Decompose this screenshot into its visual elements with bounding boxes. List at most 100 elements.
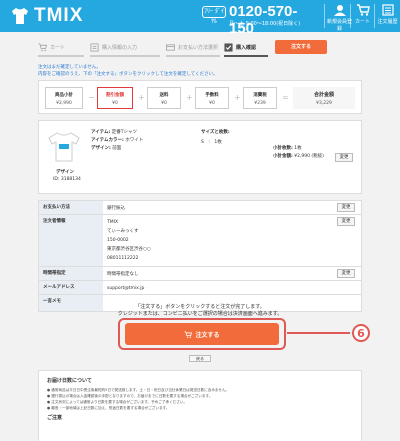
step-bar-active xyxy=(224,55,268,57)
sub-key: 小計枚数: xyxy=(273,146,293,151)
register-label: 新規会員登録 xyxy=(326,19,352,32)
attr-key: アイテム: xyxy=(91,130,111,135)
change-time-button[interactable]: 変更 xyxy=(337,269,355,278)
summary-tax: 消費税 ¥239 xyxy=(243,87,277,109)
delivery-notes: お届け日数について ● 通常商品は平日日中受注後最短約5日で発送致します。土・日… xyxy=(38,370,362,441)
info-value: TMIX てぃーみっくす 150-0002 東京都渋谷区渋谷○○ 0801111… xyxy=(107,218,151,263)
logo-text: TMIX xyxy=(34,5,84,26)
sub-value: ¥2,990 (税抜) xyxy=(294,154,324,159)
step-label: お支払い方法選択 xyxy=(178,44,219,51)
phone-contact: ﾌﾘｰ ﾀﾞｲﾔﾙ 0120-570-150 月〜土 9:00〜18:00(祝日… xyxy=(202,3,320,37)
summary-value: ¥0 xyxy=(209,101,215,106)
step-payment[interactable]: お支払い方法選択 xyxy=(166,40,218,54)
info-row-customer: 注文者情報 TMIX てぃーみっくす 150-0002 東京都渋谷区渋谷○○ 0… xyxy=(39,215,361,267)
info-value: 銀行振込 xyxy=(107,206,125,211)
step-label: カート xyxy=(50,44,66,51)
step-number-badge: 6 xyxy=(352,324,370,342)
unconfirmed-notice: 注文はまだ確定していません。 内容をご確認のうえ、下の「注文する」ボタンをクリッ… xyxy=(38,64,218,78)
summary-label: 送料 xyxy=(159,93,169,98)
summary-value: ¥239 xyxy=(254,101,266,106)
notice-line: 注文はまだ確定していません。 xyxy=(38,65,101,70)
card-icon xyxy=(166,43,175,51)
design-label: デザイン xyxy=(56,170,74,175)
item-attr: デザイン: 前面 xyxy=(91,145,121,151)
step-label: 購入確認 xyxy=(236,44,257,51)
attr-key: アイテムカラー: xyxy=(91,138,124,143)
step-cart[interactable]: カート xyxy=(38,40,65,54)
size-quantity: サイズと枚数: S : 1枚 xyxy=(201,129,230,145)
place-order-button[interactable]: 注文する xyxy=(125,323,279,345)
info-value: support@tmix.jp xyxy=(107,286,145,291)
tshirt-preview xyxy=(48,132,80,162)
step-label: 購入情報の入力 xyxy=(102,44,138,51)
attr-value: 前面 xyxy=(112,146,122,151)
change-customer-button[interactable]: 変更 xyxy=(337,217,355,226)
order-history-button[interactable]: 注文履歴 xyxy=(375,2,400,30)
header-divider xyxy=(324,4,325,28)
form-icon xyxy=(90,42,99,52)
list-icon xyxy=(381,4,394,16)
summary-value: ¥0 xyxy=(161,101,167,106)
step-bar xyxy=(166,55,220,57)
step-purchase-info[interactable]: 購入情報の入力 xyxy=(90,40,137,54)
cart-label: カート xyxy=(354,19,370,25)
notice-line: 内容をご確認のうえ、下の「注文する」ボタンをクリックして注文を確定してください。 xyxy=(38,72,218,77)
free-dial-badge: ﾌﾘｰ ﾀﾞｲﾔﾙ xyxy=(202,6,226,25)
cart-button[interactable]: カート xyxy=(352,2,373,30)
order-button-top[interactable]: 注文する xyxy=(275,40,327,54)
step-bar xyxy=(90,55,160,57)
summary-label: 手数料 xyxy=(205,93,219,98)
customer-line: 東京都渋谷区渋谷○○ xyxy=(107,247,151,252)
size-row: S : 1枚 xyxy=(201,140,222,145)
change-item-button[interactable]: 変更 xyxy=(335,153,353,162)
order-history-label: 注文履歴 xyxy=(377,19,398,25)
customer-line: TMIX xyxy=(107,220,119,225)
user-icon xyxy=(333,5,346,16)
back-button[interactable]: 戻る xyxy=(189,355,211,362)
subtotal-amount: 小計金額: ¥2,990 (税抜) xyxy=(273,153,324,159)
item-attr: アイテムカラー: ホワイト xyxy=(91,137,143,143)
order-button-label: 注文する xyxy=(290,44,311,50)
sub-key: 小計金額: xyxy=(273,154,293,159)
info-label: お支払い方法 xyxy=(39,201,103,214)
register-button[interactable]: 新規会員登録 xyxy=(326,2,353,32)
attr-value: 定番Tシャツ xyxy=(111,130,138,135)
sub-value: 1枚 xyxy=(294,146,302,151)
summary-shipping: 送料 ¥0 xyxy=(147,87,181,109)
design-id: ID: 3188134 xyxy=(53,177,81,182)
attr-key: デザイン: xyxy=(91,146,111,151)
item-attr: アイテム: 定番Tシャツ xyxy=(91,129,137,135)
tshirt-icon xyxy=(12,8,28,24)
pointer-line xyxy=(287,332,350,334)
header-divider xyxy=(350,4,351,28)
plus-operator: + xyxy=(138,93,145,102)
summary-subtotal: 商品小計 ¥2,990 xyxy=(45,87,83,109)
equals-operator: = xyxy=(282,93,289,102)
summary-fee: 手数料 ¥0 xyxy=(195,87,229,109)
logo[interactable]: TMIX xyxy=(10,4,83,28)
summary-label: 商品小計 xyxy=(55,93,73,98)
info-row-payment: お支払い方法 銀行振込 変更 xyxy=(39,201,361,215)
info-row-email: メールアドレス support@tmix.jp xyxy=(39,281,361,295)
minus-operator: − xyxy=(88,93,95,102)
confirm-line: クレジットまたは、コンビニ払いをご選択の場合は決済画面へ進みます。 xyxy=(117,311,283,317)
attr-value: ホワイト xyxy=(125,138,144,143)
summary-value: ¥2,990 xyxy=(56,101,72,106)
order-item: デザイン ID: 3188134 アイテム: 定番Tシャツ アイテムカラー: ホ… xyxy=(38,120,362,194)
step-confirm: 購入確認 xyxy=(224,40,256,54)
customer-line: 150-0002 xyxy=(107,238,129,243)
confirm-message: 「注文する」ボタンをクリックすると注文が完了します。 クレジットまたは、コンビニ… xyxy=(0,304,400,318)
info-row-time: 時間帯指定 時間帯指定なし 変更 xyxy=(39,267,361,281)
summary-total: 合計金額 ¥3,229 xyxy=(293,87,355,109)
info-label: メールアドレス xyxy=(39,281,103,294)
info-label: 時間帯指定 xyxy=(39,267,103,280)
cart-icon xyxy=(38,42,47,51)
plus-operator: + xyxy=(186,93,193,102)
summary-label: 消費税 xyxy=(253,93,267,98)
subtotal-count: 小計枚数: 1枚 xyxy=(273,145,302,151)
confirm-line: 「注文する」ボタンをクリックすると注文が完了します。 xyxy=(135,304,265,310)
summary-discount: 割引金額 ¥0 xyxy=(97,87,133,109)
change-payment-button[interactable]: 変更 xyxy=(337,203,355,212)
plus-operator: + xyxy=(234,93,241,102)
size-title: サイズと枚数: xyxy=(201,130,230,135)
